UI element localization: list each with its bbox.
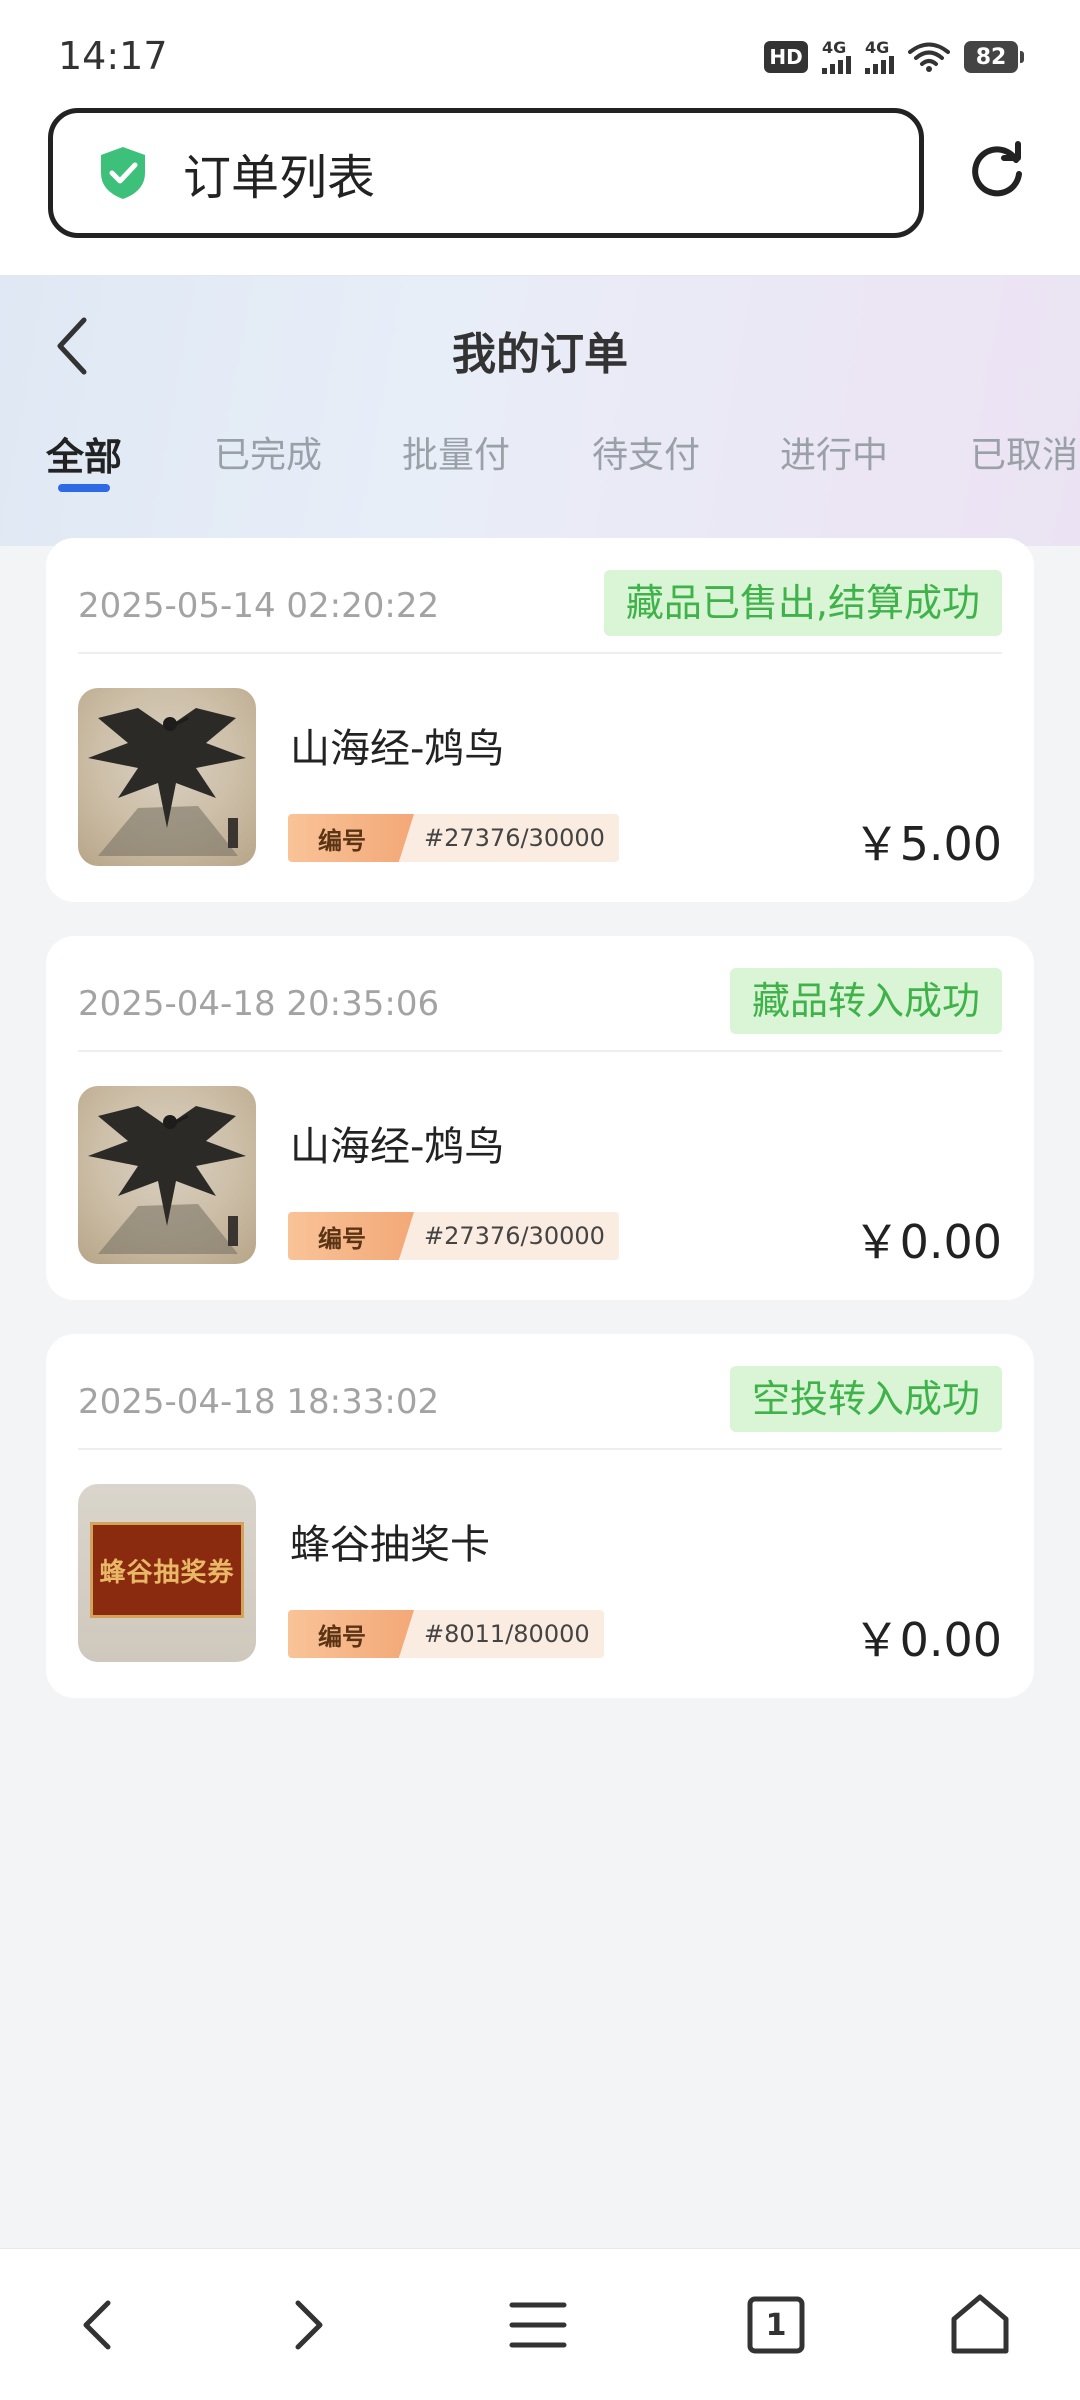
serial-label: 编号: [288, 1610, 414, 1658]
product-name: 蜂谷抽奖卡: [290, 1522, 490, 1568]
serial-value: #27376/30000: [400, 1212, 619, 1260]
serial-number-tag: 编号 #27376/30000: [288, 814, 619, 862]
tabs-button[interactable]: 1: [740, 2289, 812, 2361]
product-name: 山海经-鸩鸟: [290, 726, 505, 772]
serial-value: #8011/80000: [400, 1610, 604, 1658]
order-status-tabs: 全部 已完成 批量付 待支付 进行中 已取消: [0, 426, 1080, 506]
browser-address-bar: 订单列表: [0, 100, 1080, 276]
serial-label: 编号: [288, 814, 414, 862]
serial-number-tag: 编号 #8011/80000: [288, 1610, 604, 1658]
order-price: ￥0.00: [853, 1215, 1002, 1269]
order-status-badge: 藏品已售出,结算成功: [603, 570, 1002, 636]
order-card[interactable]: 2025-04-18 20:35:06 藏品转入成功 山海经-鸩鸟 编号 #27…: [46, 936, 1034, 1300]
network-type-label: 4G: [865, 38, 890, 57]
product-thumbnail: [78, 1086, 256, 1264]
order-list: 2025-05-14 02:20:22 藏品已售出,结算成功 山海经-鸩鸟 编号…: [46, 538, 1034, 1732]
product-thumbnail: 蜂谷抽奖券: [78, 1484, 256, 1662]
divider: [78, 1050, 1002, 1052]
reload-icon[interactable]: [966, 140, 1028, 202]
page-header: 我的订单 全部 已完成 批量付 待支付 进行中 已取消: [0, 276, 1080, 546]
tab-completed[interactable]: 已完成: [214, 426, 322, 478]
divider: [78, 1448, 1002, 1450]
tab-pending-payment[interactable]: 待支付: [592, 426, 700, 478]
order-datetime: 2025-05-14 02:20:22: [78, 586, 440, 626]
order-card[interactable]: 2025-05-14 02:20:22 藏品已售出,结算成功 山海经-鸩鸟 编号…: [46, 538, 1034, 902]
phoenix-artwork-icon: [88, 1106, 246, 1254]
serial-label: 编号: [288, 1212, 414, 1260]
divider: [78, 652, 1002, 654]
status-time: 14:17: [58, 34, 168, 78]
battery-icon: 82: [964, 41, 1024, 73]
lottery-ticket-image: 蜂谷抽奖券: [90, 1522, 244, 1618]
tab-batch-pay[interactable]: 批量付: [402, 426, 510, 478]
back-icon[interactable]: [64, 2289, 136, 2361]
wifi-icon: [908, 42, 950, 72]
phoenix-artwork-icon: [88, 708, 246, 856]
product-name: 山海经-鸩鸟: [290, 1124, 505, 1170]
order-price: ￥0.00: [853, 1613, 1002, 1667]
app-screen: 14:17 HD 4G 4G 82 订单列表 我的订单 全部 已完成 批量付 待…: [0, 0, 1080, 2400]
tab-count: 1: [765, 2307, 787, 2343]
order-status-badge: 藏品转入成功: [729, 968, 1002, 1034]
network-type-label: 4G: [822, 38, 847, 57]
status-bar: 14:17 HD 4G 4G 82: [0, 0, 1080, 100]
browser-bottom-nav: 1: [0, 2248, 1080, 2400]
signal-icon: 4G: [822, 40, 851, 74]
serial-value: #27376/30000: [400, 814, 619, 862]
hd-icon: HD: [764, 41, 808, 73]
tab-in-progress[interactable]: 进行中: [780, 426, 888, 478]
url-field[interactable]: 订单列表: [48, 108, 924, 238]
active-tab-indicator: [58, 484, 110, 492]
serial-number-tag: 编号 #27376/30000: [288, 1212, 619, 1260]
order-status-badge: 空投转入成功: [729, 1366, 1002, 1432]
product-thumbnail: [78, 688, 256, 866]
system-icons: HD 4G 4G 82: [764, 40, 1024, 74]
order-card[interactable]: 2025-04-18 18:33:02 空投转入成功 蜂谷抽奖券 蜂谷抽奖卡 编…: [46, 1334, 1034, 1698]
order-datetime: 2025-04-18 18:33:02: [78, 1382, 440, 1422]
ticket-text: 蜂谷抽奖券: [99, 1557, 235, 1588]
forward-icon[interactable]: [270, 2289, 342, 2361]
order-datetime: 2025-04-18 20:35:06: [78, 984, 440, 1024]
page-title: 我的订单: [452, 329, 628, 380]
signal-icon: 4G: [865, 40, 894, 74]
tab-cancelled[interactable]: 已取消: [970, 426, 1078, 478]
page-url-title: 订单列表: [183, 150, 376, 206]
tab-all[interactable]: 全部: [46, 426, 122, 481]
order-price: ￥5.00: [853, 817, 1002, 871]
home-icon[interactable]: [944, 2289, 1016, 2361]
menu-icon[interactable]: [502, 2289, 574, 2361]
shield-check-icon: [101, 147, 145, 199]
